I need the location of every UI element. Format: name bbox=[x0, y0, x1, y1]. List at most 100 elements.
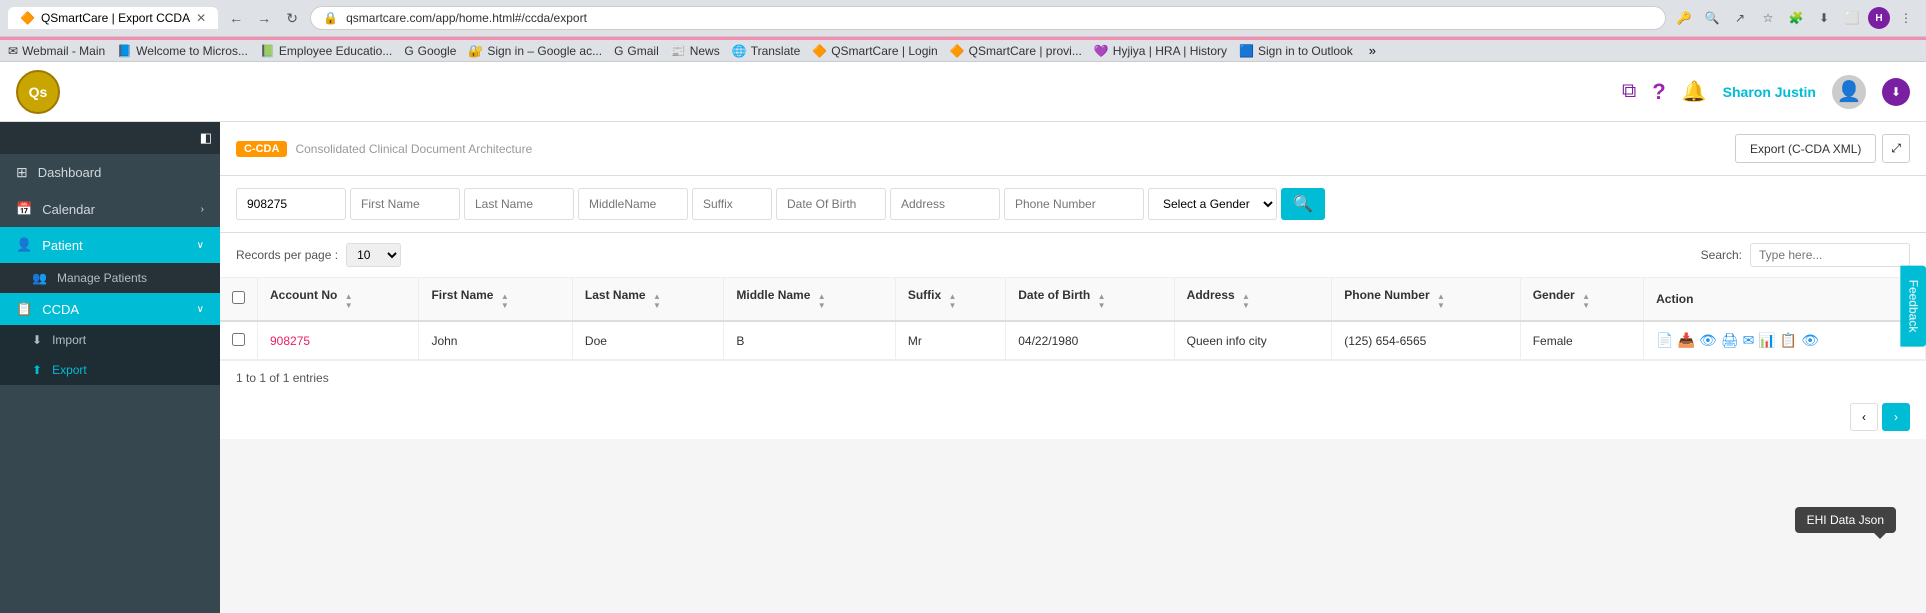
row-checkbox[interactable] bbox=[232, 333, 245, 346]
search-button[interactable]: 🔍 bbox=[1281, 188, 1325, 220]
bookmark-google[interactable]: G Google bbox=[404, 44, 456, 58]
gmail-icon: G bbox=[614, 44, 623, 58]
bookmark-hyjiya[interactable]: 💜 Hyjiya | HRA | History bbox=[1094, 44, 1227, 58]
bookmarks-more[interactable]: » bbox=[1369, 43, 1376, 58]
col-account-no[interactable]: Account No ▲▼ bbox=[258, 278, 419, 321]
sort-suffix-icon[interactable]: ▲▼ bbox=[949, 292, 957, 310]
col-first-name[interactable]: First Name ▲▼ bbox=[419, 278, 572, 321]
ccda-actions: Export (C-CDA XML) ⤢ bbox=[1735, 134, 1910, 163]
copy-icon[interactable]: ⧉ bbox=[1622, 80, 1636, 103]
col-phone[interactable]: Phone Number ▲▼ bbox=[1332, 278, 1520, 321]
first-name-input[interactable] bbox=[350, 188, 460, 220]
window-icon[interactable]: ⬜ bbox=[1840, 6, 1864, 30]
bookmark-news[interactable]: 📰 News bbox=[671, 44, 720, 58]
bookmark-webmail[interactable]: ✉ Webmail - Main bbox=[8, 44, 105, 58]
sort-first-name-icon[interactable]: ▲▼ bbox=[501, 292, 509, 310]
sidebar-item-ccda[interactable]: 📋 CCDA ∨ bbox=[0, 293, 220, 325]
bookmark-outlook[interactable]: 🟦 Sign in to Outlook bbox=[1239, 44, 1353, 58]
print-icon[interactable]: 🖨 bbox=[1721, 332, 1739, 349]
eye-icon[interactable]: 👁 bbox=[1801, 332, 1819, 349]
sort-account-no-icon[interactable]: ▲▼ bbox=[345, 292, 353, 310]
account-no-input[interactable] bbox=[236, 188, 346, 220]
download-circle-button[interactable]: ⬇ bbox=[1882, 78, 1910, 106]
bookmark-qsmartcare-prov[interactable]: 🔶 QSmartCare | provi... bbox=[950, 44, 1082, 58]
bookmark-translate[interactable]: 🌐 Translate bbox=[732, 44, 801, 58]
back-button[interactable]: ← bbox=[224, 6, 248, 30]
preview-icon[interactable]: 👁 bbox=[1699, 332, 1717, 349]
filter-section: Select a Gender Male Female 🔍 bbox=[220, 176, 1926, 233]
sidebar-item-manage-patients[interactable]: 👥 Manage Patients bbox=[0, 263, 220, 293]
dob-input[interactable] bbox=[776, 188, 886, 220]
sidebar-item-import[interactable]: ⬇ Import bbox=[0, 325, 220, 355]
bookmark-qsmartcare-login[interactable]: 🔶 QSmartCare | Login bbox=[812, 44, 937, 58]
user-avatar[interactable]: 👤 bbox=[1832, 75, 1866, 109]
app-logo[interactable]: Qs bbox=[16, 70, 60, 114]
records-per-page-select[interactable]: 10 25 50 100 bbox=[346, 243, 401, 267]
pagination-next-button[interactable]: › bbox=[1882, 403, 1910, 431]
export-json-icon[interactable]: 📊 bbox=[1758, 332, 1775, 349]
browser-tab[interactable]: 🔶 QSmartCare | Export CCDA ✕ bbox=[8, 7, 218, 29]
sort-gender-icon[interactable]: ▲▼ bbox=[1582, 292, 1590, 310]
ccda-icon: 📋 bbox=[16, 301, 32, 317]
view-document-icon[interactable]: 📄 bbox=[1656, 332, 1673, 349]
sort-last-name-icon[interactable]: ▲▼ bbox=[653, 292, 661, 310]
address-bar[interactable]: 🔒 qsmartcare.com/app/home.html#/ccda/exp… bbox=[310, 6, 1666, 30]
sidebar-toggle-button[interactable]: ◧ bbox=[0, 122, 220, 154]
password-icon[interactable]: 🔑 bbox=[1672, 6, 1696, 30]
gender-select[interactable]: Select a Gender Male Female bbox=[1148, 188, 1277, 220]
phone-input[interactable] bbox=[1004, 188, 1144, 220]
refresh-button[interactable]: ↻ bbox=[280, 6, 304, 30]
sort-middle-name-icon[interactable]: ▲▼ bbox=[818, 292, 826, 310]
row-action-cell: 📄 📥 👁 🖨 ✉ 📊 📋 👁 bbox=[1644, 321, 1926, 360]
col-suffix[interactable]: Suffix ▲▼ bbox=[895, 278, 1005, 321]
sidebar-item-calendar[interactable]: 📅 Calendar › bbox=[0, 191, 220, 227]
zoom-icon[interactable]: 🔍 bbox=[1700, 6, 1724, 30]
sort-address-icon[interactable]: ▲▼ bbox=[1242, 292, 1250, 310]
import-icon: ⬇ bbox=[32, 333, 42, 347]
col-middle-name[interactable]: Middle Name ▲▼ bbox=[724, 278, 895, 321]
user-name[interactable]: Sharon Justin bbox=[1723, 84, 1816, 100]
export-xml-icon[interactable]: 📋 bbox=[1780, 332, 1797, 349]
col-address[interactable]: Address ▲▼ bbox=[1174, 278, 1332, 321]
bookmark-icon[interactable]: ☆ bbox=[1756, 6, 1780, 30]
calendar-icon: 📅 bbox=[16, 201, 32, 217]
bookmark-signin-google[interactable]: 🔐 Sign in – Google ac... bbox=[468, 44, 602, 58]
table-search-input[interactable] bbox=[1750, 243, 1910, 267]
last-name-input[interactable] bbox=[464, 188, 574, 220]
account-no-link[interactable]: 908275 bbox=[270, 334, 310, 348]
download-icon[interactable]: ⬇ bbox=[1812, 6, 1836, 30]
help-icon[interactable]: ? bbox=[1652, 79, 1665, 105]
email-icon[interactable]: ✉ bbox=[1743, 332, 1755, 349]
ccda-chevron-icon: ∨ bbox=[197, 304, 204, 315]
download-document-icon[interactable]: 📥 bbox=[1678, 332, 1695, 349]
pagination-prev-button[interactable]: ‹ bbox=[1850, 403, 1878, 431]
sort-phone-icon[interactable]: ▲▼ bbox=[1437, 292, 1445, 310]
feedback-tab[interactable]: Feedback bbox=[1901, 265, 1926, 346]
browser-profile[interactable]: H bbox=[1868, 7, 1890, 29]
col-dob[interactable]: Date of Birth ▲▼ bbox=[1006, 278, 1174, 321]
expand-button[interactable]: ⤢ bbox=[1882, 134, 1910, 163]
sidebar-item-export[interactable]: ⬆ Export bbox=[0, 355, 220, 385]
address-input[interactable] bbox=[890, 188, 1000, 220]
suffix-input[interactable] bbox=[692, 188, 772, 220]
sort-dob-icon[interactable]: ▲▼ bbox=[1098, 292, 1106, 310]
tab-close-button[interactable]: ✕ bbox=[196, 11, 206, 25]
forward-button[interactable]: → bbox=[252, 6, 276, 30]
export-ccda-xml-button[interactable]: Export (C-CDA XML) bbox=[1735, 134, 1876, 163]
patient-submenu: 👥 Manage Patients 📋 CCDA ∨ ⬇ Import ⬆ Ex… bbox=[0, 263, 220, 385]
col-account-no-label: Account No bbox=[270, 288, 337, 302]
col-last-name[interactable]: Last Name ▲▼ bbox=[572, 278, 723, 321]
share-icon[interactable]: ↗ bbox=[1728, 6, 1752, 30]
bookmark-welcome[interactable]: 📘 Welcome to Micros... bbox=[117, 44, 248, 58]
bookmark-employee[interactable]: 📗 Employee Educatio... bbox=[260, 44, 392, 58]
menu-icon[interactable]: ⋮ bbox=[1894, 6, 1918, 30]
select-all-checkbox[interactable] bbox=[232, 291, 245, 304]
calendar-chevron-icon: › bbox=[201, 204, 204, 215]
bookmark-gmail[interactable]: G Gmail bbox=[614, 44, 659, 58]
sidebar-item-dashboard[interactable]: ⊞ Dashboard bbox=[0, 154, 220, 191]
middle-name-input[interactable] bbox=[578, 188, 688, 220]
sidebar-item-patient[interactable]: 👤 Patient ∨ bbox=[0, 227, 220, 263]
extensions-icon[interactable]: 🧩 bbox=[1784, 6, 1808, 30]
col-gender[interactable]: Gender ▲▼ bbox=[1520, 278, 1643, 321]
notification-bell-icon[interactable]: 🔔 bbox=[1682, 79, 1707, 104]
